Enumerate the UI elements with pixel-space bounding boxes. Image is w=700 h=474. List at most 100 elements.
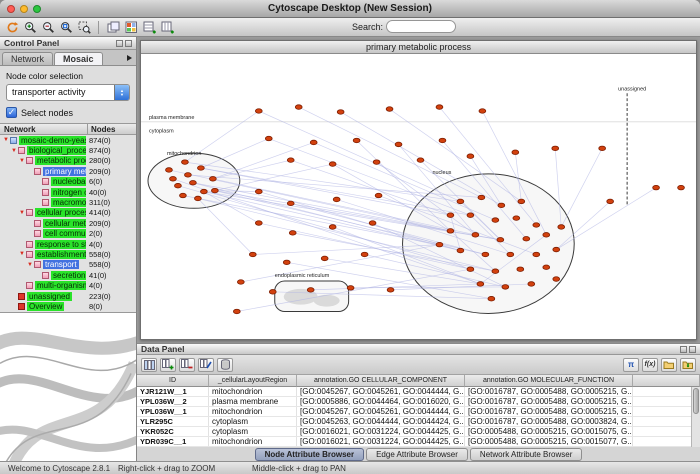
graph-node[interactable] <box>513 216 520 221</box>
add-rows-icon[interactable] <box>140 19 158 36</box>
tab-network-attribute-browser[interactable]: Network Attribute Browser <box>470 448 582 461</box>
expand-arrow-icon[interactable]: ▼ <box>18 209 26 217</box>
network-view-title[interactable]: primary metabolic process <box>141 41 696 54</box>
graph-node[interactable] <box>467 154 474 159</box>
zoom-window-icon[interactable] <box>33 5 41 13</box>
graph-node[interactable] <box>237 280 244 285</box>
graph-node[interactable] <box>439 138 446 143</box>
expand-arrow-icon[interactable]: ▼ <box>26 261 34 269</box>
graph-node[interactable] <box>447 213 454 218</box>
graph-node[interactable] <box>283 260 290 265</box>
graph-node[interactable] <box>436 242 443 247</box>
tab-network[interactable]: Network <box>2 52 53 65</box>
formula-fx-icon[interactable]: f(x) <box>642 358 658 372</box>
graph-node[interactable] <box>387 288 394 293</box>
graph-node[interactable] <box>395 142 402 147</box>
graph-node[interactable] <box>209 177 216 182</box>
graph-node[interactable] <box>233 309 240 314</box>
graph-node[interactable] <box>269 290 276 295</box>
graph-node[interactable] <box>653 185 660 190</box>
node-color-select[interactable]: transporter activity <box>6 84 130 101</box>
float-panel-icon[interactable] <box>116 40 123 47</box>
graph-node[interactable] <box>211 188 218 193</box>
tree-row[interactable]: unassigned223(0) <box>0 291 136 301</box>
graph-node[interactable] <box>507 252 514 257</box>
graph-node[interactable] <box>180 193 187 198</box>
zoom-fit-icon[interactable] <box>57 19 75 36</box>
tree-row[interactable]: secretion41(0) <box>0 270 136 280</box>
graph-node[interactable] <box>552 146 559 151</box>
expand-arrow-icon[interactable]: ▼ <box>18 157 26 165</box>
graph-node[interactable] <box>386 107 393 112</box>
graph-node[interactable] <box>417 158 424 163</box>
tree-row[interactable]: ▼establishment of lo...558(0) <box>0 249 136 259</box>
graph-node[interactable] <box>488 296 495 301</box>
graph-node[interactable] <box>678 185 685 190</box>
table-row[interactable]: YDR039C__1mitochondrion[GO:0016021, GO:0… <box>137 437 700 447</box>
graph-node[interactable] <box>375 193 382 198</box>
graph-node[interactable] <box>478 195 485 200</box>
graph-node[interactable] <box>347 286 354 291</box>
window-titlebar[interactable]: Cytoscape Desktop (New Session) <box>0 0 700 18</box>
graph-node[interactable] <box>502 285 509 290</box>
graph-node[interactable] <box>497 237 504 242</box>
graph-node[interactable] <box>517 267 524 272</box>
graph-node[interactable] <box>307 288 314 293</box>
graph-node[interactable] <box>170 177 177 182</box>
graph-node[interactable] <box>255 221 262 226</box>
graph-node[interactable] <box>321 256 328 261</box>
graph-node[interactable] <box>477 282 484 287</box>
expand-arrow-icon[interactable]: ▼ <box>2 136 10 144</box>
graph-node[interactable] <box>200 189 207 194</box>
graph-node[interactable] <box>197 166 204 171</box>
column-header[interactable]: annotation.GO CELLULAR_COMPONENT <box>297 375 465 387</box>
graph-node[interactable] <box>553 277 560 282</box>
table-scrollbar[interactable] <box>691 387 700 447</box>
graph-node[interactable] <box>287 158 294 163</box>
create-attribute-icon[interactable] <box>160 358 176 372</box>
graph-node[interactable] <box>185 173 192 178</box>
graph-node[interactable] <box>329 162 336 167</box>
formula-pi-icon[interactable]: π <box>623 358 639 372</box>
table-row[interactable]: YPL036W__2plasma membrane[GO:0005886, GO… <box>137 397 700 407</box>
combo-arrow-icon[interactable] <box>114 85 129 100</box>
graph-node[interactable] <box>543 265 550 270</box>
graph-node[interactable] <box>329 225 336 230</box>
zoom-out-icon[interactable] <box>39 19 57 36</box>
graph-node[interactable] <box>190 180 197 185</box>
graph-node[interactable] <box>528 282 535 287</box>
tree-row[interactable]: nitrogen compo...40(0) <box>0 187 136 197</box>
graph-node[interactable] <box>457 248 464 253</box>
tree-row[interactable]: response to stimul...4(0) <box>0 239 136 249</box>
graph-node[interactable] <box>310 140 317 145</box>
graph-node[interactable] <box>467 267 474 272</box>
tree-row[interactable]: nucleobase...6(0) <box>0 177 136 187</box>
graph-node[interactable] <box>558 225 565 230</box>
mosaic-grid-icon[interactable] <box>122 19 140 36</box>
graph-node[interactable] <box>353 138 360 143</box>
graph-node[interactable] <box>543 233 550 238</box>
tree-row[interactable]: ▼biological_process874(0) <box>0 145 136 155</box>
graph-node[interactable] <box>467 213 474 218</box>
float-data-panel-icon[interactable] <box>680 346 687 353</box>
graph-node[interactable] <box>523 236 530 241</box>
close-window-icon[interactable] <box>7 5 15 13</box>
graph-node[interactable] <box>518 199 525 204</box>
graph-node[interactable] <box>447 229 454 234</box>
select-nodes-checkbox[interactable] <box>6 107 17 118</box>
database-icon[interactable] <box>217 358 233 372</box>
graph-node[interactable] <box>498 203 505 208</box>
graph-node[interactable] <box>249 252 256 257</box>
scrollbar-thumb[interactable] <box>693 388 699 414</box>
table-row[interactable]: YPL036W__1mitochondrion[GO:0045267, GO:0… <box>137 407 700 417</box>
table-row[interactable]: YJR121W__1mitochondrion[GO:0045267, GO:0… <box>137 387 700 397</box>
minimize-window-icon[interactable] <box>20 5 28 13</box>
hide-data-panel-icon[interactable] <box>689 346 696 353</box>
tree-row[interactable]: primary metabo...209(0) <box>0 166 136 176</box>
add-columns-icon[interactable] <box>158 19 176 36</box>
network-overview-panel[interactable] <box>0 312 136 461</box>
graph-node[interactable] <box>175 183 182 188</box>
network-canvas[interactable]: plasma membranecytoplasmmitochondrionnuc… <box>141 54 696 339</box>
table-row[interactable]: YKR052Ccytoplasm[GO:0016021, GO:0031224,… <box>137 427 700 437</box>
tree-row[interactable]: ▼metabolic process280(0) <box>0 156 136 166</box>
